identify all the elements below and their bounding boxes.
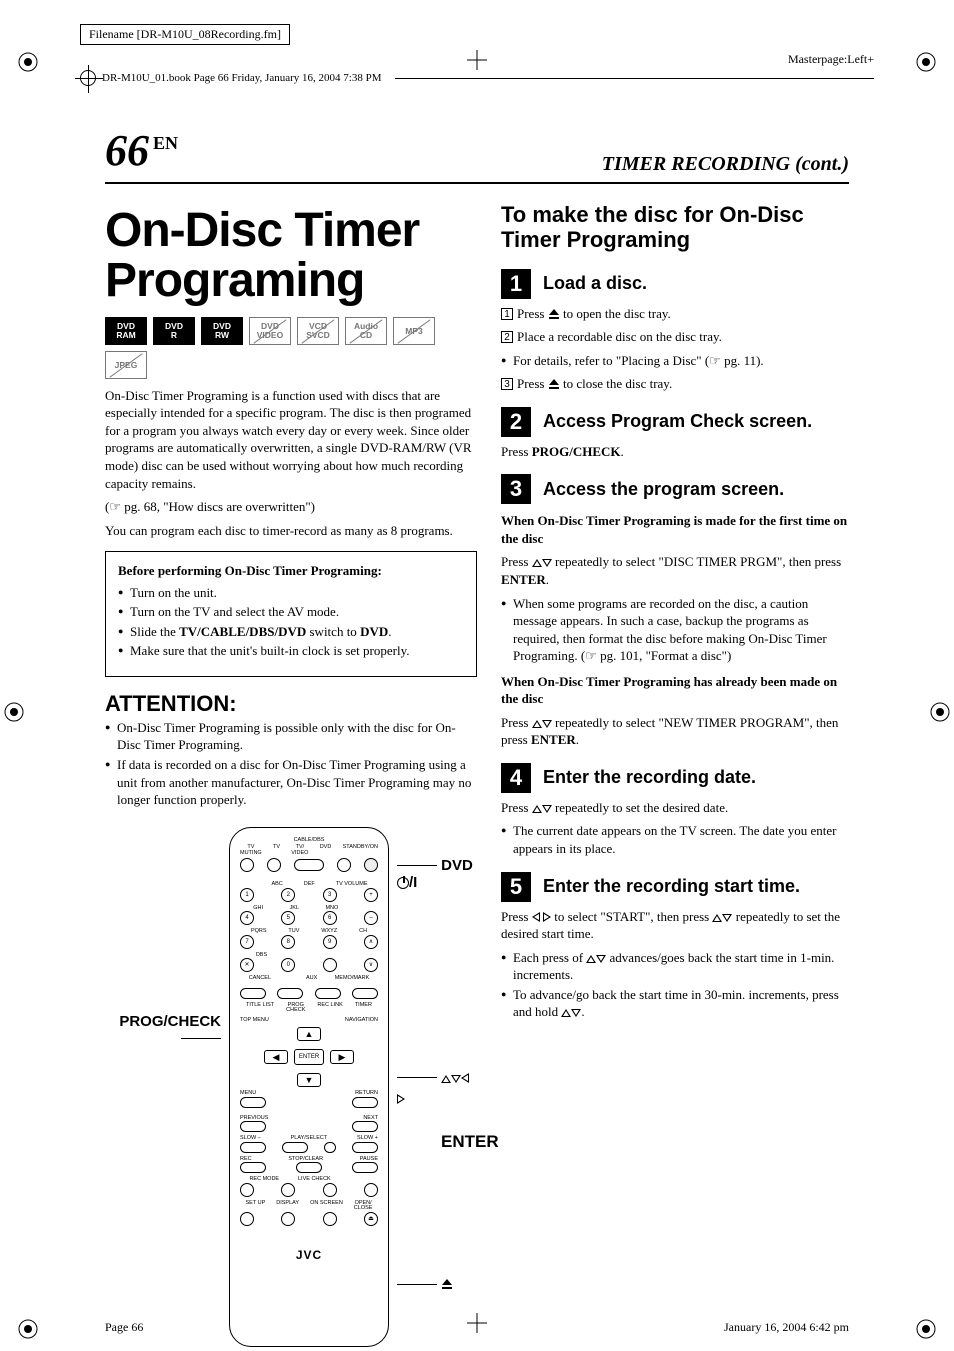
step-body: Press to select "START", then press repe… xyxy=(501,908,849,943)
section-title: TIMER RECORDING (cont.) xyxy=(602,153,849,176)
step-4: 4 Enter the recording date. xyxy=(501,763,849,793)
remote-logo: JVC xyxy=(240,1248,378,1262)
prereq-item: Slide the TV/CABLE/DBS/DVD switch to DVD… xyxy=(118,623,464,641)
badge-dvd-rw: DVD RW xyxy=(201,317,243,345)
bookline-text: DR-M10U_01.book Page 66 Friday, January … xyxy=(102,72,381,84)
step-1: 1 Load a disc. xyxy=(501,269,849,299)
attention-item: On-Disc Timer Programing is possible onl… xyxy=(105,719,477,754)
attention-item: If data is recorded on a disc for On-Dis… xyxy=(105,756,477,809)
badge-jpeg: JPEG xyxy=(105,351,147,379)
page-lang: EN xyxy=(153,133,178,153)
step-number: 5 xyxy=(501,872,531,902)
remote-label-arrows: ENTER xyxy=(397,1046,477,1154)
step-3: 3 Access the program screen. xyxy=(501,474,849,504)
badge-dvd-video: DVD VIDEO xyxy=(249,317,291,345)
left-arrow-icon xyxy=(532,912,540,922)
step-label: Access the program screen. xyxy=(543,479,784,500)
badge-dvd-r: DVD R xyxy=(153,317,195,345)
eject-icon xyxy=(548,379,560,389)
step-number: 2 xyxy=(501,407,531,437)
prerequisites-box: Before performing On-Disc Timer Programi… xyxy=(105,551,477,677)
badge-vcd-svcd: VCD SVCD xyxy=(297,317,339,345)
remote-label-progcheck: PROG/CHECK xyxy=(105,1013,221,1047)
step-bullet: Each press of advances/goes back the sta… xyxy=(501,949,849,984)
page-number: 66EN xyxy=(105,125,178,176)
step-label: Enter the recording start time. xyxy=(543,876,800,897)
format-badges: DVD RAM DVD R DVD RW DVD VIDEO VCD SVCD … xyxy=(105,317,477,379)
down-arrow-icon xyxy=(542,559,552,567)
step-5: 5 Enter the recording start time. xyxy=(501,872,849,902)
up-arrow-icon xyxy=(532,720,542,728)
step-label: Load a disc. xyxy=(543,273,647,294)
page-number-value: 66 xyxy=(105,126,149,175)
step-bullet: When some programs are recorded on the d… xyxy=(501,595,849,665)
down-arrow-icon xyxy=(542,720,552,728)
up-arrow-icon xyxy=(532,559,542,567)
remote-figure: PROG/CHECK CABLE/DBS TVMUTINGTVTV/VIDEOD… xyxy=(105,827,477,1347)
footer-page: Page 66 xyxy=(105,1320,143,1335)
masterpage-label: Masterpage:Left+ xyxy=(788,52,874,67)
eject-icon xyxy=(548,309,560,319)
step-subheading: When On-Disc Timer Programing has alread… xyxy=(501,673,849,708)
step-label: Enter the recording date. xyxy=(543,767,756,788)
step-number: 4 xyxy=(501,763,531,793)
eject-icon xyxy=(441,1279,453,1289)
badge-dvd-ram: DVD RAM xyxy=(105,317,147,345)
registration-mark xyxy=(16,1317,40,1341)
bookline-rule xyxy=(395,78,874,79)
down-arrow-icon xyxy=(722,914,732,922)
step-bullet: To advance/go back the start time in 30-… xyxy=(501,986,849,1021)
step-label: Access Program Check screen. xyxy=(543,411,812,432)
registration-mark xyxy=(914,1317,938,1341)
step-2: 2 Access Program Check screen. xyxy=(501,407,849,437)
crosshair-mark xyxy=(467,50,487,70)
procedure-heading: To make the disc for On-Disc Timer Progr… xyxy=(501,202,849,253)
power-icon xyxy=(397,877,409,889)
registration-mark xyxy=(16,50,40,74)
step-line: 1Press to open the disc tray. xyxy=(501,305,849,323)
right-arrow-icon xyxy=(543,912,551,922)
step-body: Press PROG/CHECK. xyxy=(501,443,849,461)
badge-mp3: MP3 xyxy=(393,317,435,345)
down-arrow-icon xyxy=(542,805,552,813)
prereq-item: Make sure that the unit's built-in clock… xyxy=(118,642,464,660)
step-subheading: When On-Disc Timer Programing is made fo… xyxy=(501,512,849,547)
up-arrow-icon xyxy=(712,914,722,922)
step-bullet: The current date appears on the TV scree… xyxy=(501,822,849,857)
remote-label-dvd-power: DVD/I xyxy=(397,857,477,891)
up-arrow-icon xyxy=(532,805,542,813)
badge-audio-cd: Audio CD xyxy=(345,317,387,345)
intro-ref: (☞ pg. 68, "How discs are overwritten") xyxy=(105,498,477,516)
step-body: Press repeatedly to select "DISC TIMER P… xyxy=(501,553,849,588)
registration-mark xyxy=(928,700,952,724)
step-body: Press repeatedly to select "NEW TIMER PR… xyxy=(501,714,849,749)
prereq-item: Turn on the unit. xyxy=(118,584,464,602)
step-body: Press repeatedly to set the desired date… xyxy=(501,799,849,817)
filename-label: Filename [DR-M10U_08Recording.fm] xyxy=(80,24,290,45)
attention-heading: ATTENTION: xyxy=(105,691,477,717)
intro-paragraph-2: You can program each disc to timer-recor… xyxy=(105,522,477,540)
registration-mark xyxy=(914,50,938,74)
step-bullet: For details, refer to "Placing a Disc" (… xyxy=(501,352,849,370)
intro-paragraph: On-Disc Timer Programing is a function u… xyxy=(105,387,477,492)
prerequisites-heading: Before performing On-Disc Timer Programi… xyxy=(118,562,464,580)
footer-date: January 16, 2004 6:42 pm xyxy=(724,1320,849,1335)
page-title: On-Disc Timer Programing xyxy=(105,206,477,307)
remote-label-eject xyxy=(397,1275,477,1292)
step-line: 3Press to close the disc tray. xyxy=(501,375,849,393)
remote-control-drawing: CABLE/DBS TVMUTINGTVTV/VIDEODVDSTANDBY/O… xyxy=(229,827,389,1347)
prereq-item: Turn on the TV and select the AV mode. xyxy=(118,603,464,621)
registration-mark xyxy=(2,700,26,724)
step-line: 2Place a recordable disc on the disc tra… xyxy=(501,328,849,346)
step-number: 1 xyxy=(501,269,531,299)
bookline-icon xyxy=(80,70,96,86)
step-number: 3 xyxy=(501,474,531,504)
